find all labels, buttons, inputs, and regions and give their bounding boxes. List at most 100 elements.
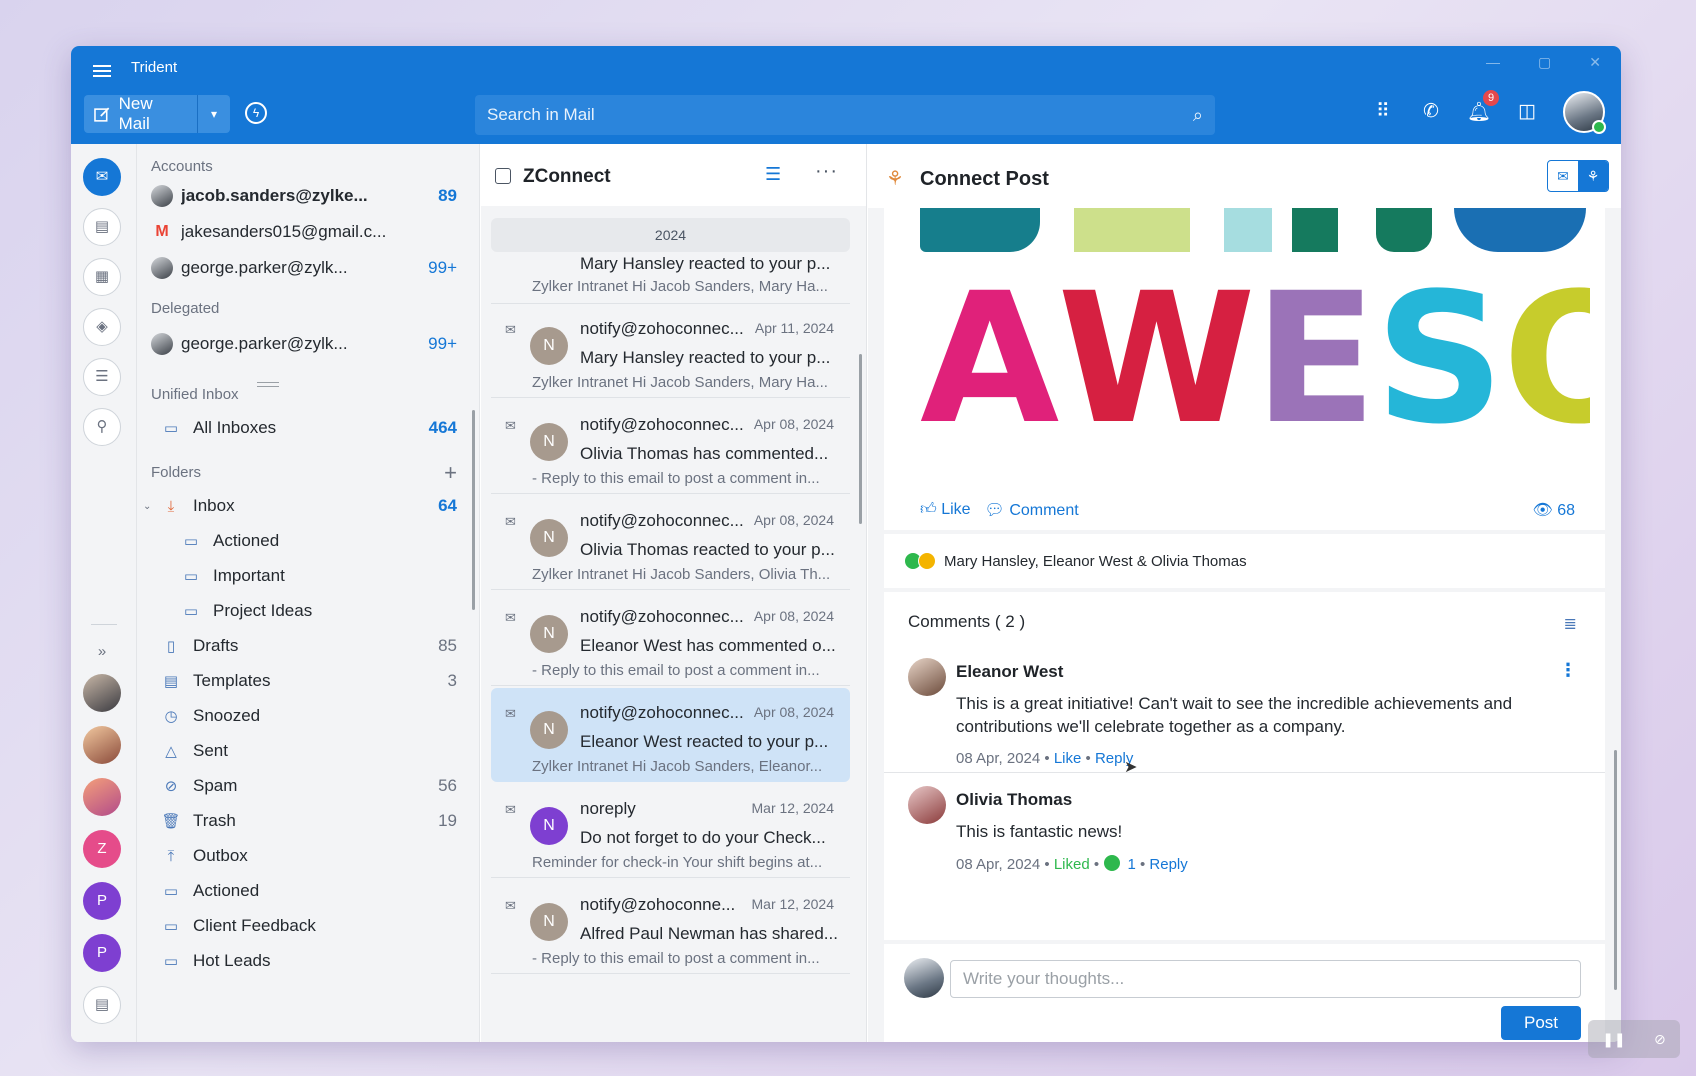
reactors-text: Mary Hansley, Eleanor West & Olivia Thom… xyxy=(944,552,1247,570)
account-avatar-2[interactable] xyxy=(83,726,121,764)
mail-view-icon[interactable]: ✉ xyxy=(1548,161,1578,191)
chevron-down-icon[interactable]: ⌄ xyxy=(143,501,157,512)
folder-item[interactable]: ▭ Project Ideas xyxy=(137,594,479,628)
account-item[interactable]: M jakesanders015@gmail.c... xyxy=(137,215,479,249)
account-avatar-p2[interactable]: P xyxy=(83,934,121,972)
folder-label: Templates xyxy=(193,671,271,690)
comment-button[interactable]: 💬︎ Comment xyxy=(985,500,1079,520)
comment-input[interactable]: Write your thoughts... xyxy=(950,960,1581,998)
hamburger-menu-icon[interactable] xyxy=(93,62,117,82)
mail-sender: notify@zohoconnec... xyxy=(580,415,744,434)
phone-icon[interactable]: ✆ xyxy=(1419,100,1443,124)
chevron-down-icon[interactable]: ▾ xyxy=(198,107,230,121)
unified-inbox-heading: Unified Inbox xyxy=(151,386,239,403)
comment-date: 08 Apr, 2024 xyxy=(956,750,1041,767)
minimize-button[interactable]: — xyxy=(1486,54,1500,71)
quick-actions-bolt-icon[interactable]: ϟ xyxy=(245,102,267,124)
account-avatar-1[interactable] xyxy=(83,674,121,712)
mail-item[interactable]: ✉ Nnotify@zohoconnec... Apr 08, 2024 Olivia… xyxy=(491,400,850,494)
notification-badge: 9 xyxy=(1483,90,1499,106)
maximize-button[interactable]: ▢ xyxy=(1538,54,1551,71)
new-mail-button[interactable]: New Mail xyxy=(84,94,198,133)
contacts-icon[interactable]: ⚲ xyxy=(83,408,121,446)
comment-liked-link[interactable]: Liked xyxy=(1054,856,1090,873)
delegated-account-item[interactable]: george.parker@zylk... 99+ xyxy=(137,327,479,361)
panel-toggle-icon[interactable]: ◫ xyxy=(1515,100,1539,124)
comment-like-link[interactable]: Like xyxy=(1054,750,1082,767)
mail-item[interactable]: ✉ Nnoreply Mar 12, 2024 Do not forget to do… xyxy=(491,784,850,878)
calendar-icon[interactable]: ▦ xyxy=(83,258,121,296)
sort-comments-icon[interactable]: ≣ xyxy=(1564,614,1577,634)
mail-sender: notify@zohoconnec... xyxy=(580,607,744,626)
folder-label: All Inboxes xyxy=(193,418,277,437)
close-button[interactable]: ✕ xyxy=(1589,54,1601,71)
expand-rail-icon[interactable]: » xyxy=(83,634,121,672)
folder-item[interactable]: ▭ Client Feedback xyxy=(137,909,479,943)
folder-item[interactable]: ▭ Actioned xyxy=(137,524,479,558)
folder-item[interactable]: ▭ Actioned xyxy=(137,874,479,908)
reactions-bar[interactable]: Mary Hansley, Eleanor West & Olivia Thom… xyxy=(884,534,1605,588)
mail-list-scrollbar[interactable] xyxy=(859,354,862,524)
folder-sent[interactable]: △ Sent xyxy=(137,734,479,768)
folder-icon: ▭ xyxy=(163,953,179,970)
profile-avatar[interactable] xyxy=(1563,91,1606,134)
resize-handle[interactable] xyxy=(257,382,279,387)
mail-item[interactable]: ✉ Nnotify@zohoconnec... Apr 08, 2024 Eleano… xyxy=(491,688,850,782)
folder-count: 464 xyxy=(428,418,457,437)
post-button[interactable]: Post xyxy=(1501,1006,1581,1040)
commenter-name: Eleanor West xyxy=(956,662,1064,681)
inbox-tray-icon: ▭ xyxy=(163,420,179,437)
folder-trash[interactable]: 🗑︎ Trash 19 xyxy=(137,804,479,838)
account-item[interactable]: george.parker@zylk... 99+ xyxy=(137,251,479,285)
comment-menu-icon[interactable]: ⋮ xyxy=(1559,660,1577,681)
search-icon[interactable]: ⌕ xyxy=(1193,95,1203,135)
mail-item[interactable]: ✉ Nnotify@zohoconnec... Apr 08, 2024 Olivia… xyxy=(491,496,850,590)
bell-icon[interactable]: 🔔︎ 9 xyxy=(1467,90,1499,124)
account-avatar-3[interactable] xyxy=(83,778,121,816)
feedback-icon[interactable]: ▤ xyxy=(83,986,121,1024)
all-inboxes-item[interactable]: ▭ All Inboxes 464 xyxy=(137,411,479,445)
gmail-icon: M xyxy=(155,223,169,240)
folder-scrollbar[interactable] xyxy=(472,410,475,610)
folder-item[interactable]: ▭ Important xyxy=(137,559,479,593)
account-avatar-p1[interactable]: P xyxy=(83,882,121,920)
folder-templates[interactable]: ▤ Templates 3 xyxy=(137,664,479,698)
notes-icon[interactable]: ☰ xyxy=(83,358,121,396)
folder-drafts[interactable]: ▯ Drafts 85 xyxy=(137,629,479,663)
chat-icon[interactable]: ▤ xyxy=(83,208,121,246)
mail-preview: Zylker Intranet Hi Jacob Sanders, Mary H… xyxy=(532,278,828,295)
folder-item[interactable]: ▭ Hot Leads xyxy=(137,944,479,978)
filter-icon[interactable]: ☰ xyxy=(765,164,781,185)
folder-inbox[interactable]: ⌄ ⤓ Inbox 64 xyxy=(137,489,479,523)
add-folder-icon[interactable]: + xyxy=(444,460,457,486)
folder-snoozed[interactable]: ◷ Snoozed xyxy=(137,699,479,733)
mail-icon[interactable]: ✉ xyxy=(83,158,121,196)
mail-item[interactable]: ✉ Nnotify@zohoconne... Mar 12, 2024 Alfred … xyxy=(491,880,850,974)
comment-like-count[interactable]: 1 xyxy=(1127,856,1135,873)
mail-item[interactable]: Mary Hansley reacted to your p... Zylker… xyxy=(491,248,850,304)
view-count: 👁︎ 68 xyxy=(1532,500,1575,520)
mail-item[interactable]: ✉ Nnotify@zohoconnec... Apr 11, 2024 Mary H… xyxy=(491,304,850,398)
commenter-avatar xyxy=(908,786,946,824)
folder-label: Actioned xyxy=(213,531,280,550)
stop-icon[interactable]: ⊘ xyxy=(1654,1031,1666,1048)
mail-item[interactable]: ✉ Nnotify@zohoconnec... Apr 08, 2024 Eleano… xyxy=(491,592,850,686)
tag-icon[interactable]: ◈ xyxy=(83,308,121,346)
year-divider: 2024 xyxy=(491,218,850,252)
account-item[interactable]: jacob.sanders@zylke... 89 xyxy=(137,179,479,213)
folder-outbox[interactable]: ⤒ Outbox xyxy=(137,839,479,873)
account-avatar-z[interactable]: Z xyxy=(83,830,121,868)
search-input[interactable]: Search in Mail ⌕ xyxy=(475,95,1215,135)
pause-icon[interactable]: ❚❚ xyxy=(1602,1031,1625,1048)
sender-avatar: N xyxy=(530,615,568,653)
mail-date: Mar 12, 2024 xyxy=(751,896,835,912)
apps-grid-icon[interactable]: ⠿ xyxy=(1371,100,1395,124)
mail-list-header: ZConnect ☰ ··· xyxy=(481,144,866,206)
more-options-icon[interactable]: ··· xyxy=(815,160,838,183)
like-button[interactable]: 👍︎ Like xyxy=(920,500,971,520)
reader-scrollbar[interactable] xyxy=(1614,750,1617,990)
comment-reply-link[interactable]: Reply xyxy=(1149,856,1187,873)
folder-spam[interactable]: ⊘ Spam 56 xyxy=(137,769,479,803)
collapse-pane-icon[interactable] xyxy=(495,168,511,184)
connect-view-icon[interactable]: ⚘ xyxy=(1578,161,1608,191)
